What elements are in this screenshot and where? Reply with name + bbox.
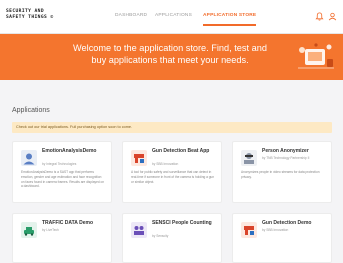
card-subtitle: by Senscity bbox=[152, 234, 169, 238]
bell-icon[interactable] bbox=[315, 12, 324, 21]
app-card[interactable]: TRAFFIC DATA Demo by LiveTech bbox=[12, 213, 112, 263]
card-subtitle: by LiveTech bbox=[42, 228, 59, 232]
card-title: Gun Detection Beat App bbox=[152, 148, 210, 154]
card-description: EmotionAnalysisDemo is a SAST app that p… bbox=[21, 170, 105, 189]
top-header: SECURITY AND SAFETY THINGS © DASHBOARD A… bbox=[0, 0, 343, 34]
logo-line-2: SAFETY THINGS © bbox=[6, 15, 54, 20]
card-title: Person Anonymizer bbox=[262, 148, 309, 154]
people-counting-icon bbox=[131, 222, 147, 238]
card-title: Gun Detection Demo bbox=[262, 220, 312, 226]
card-description: Anonymizes people in video streams for d… bbox=[241, 170, 320, 179]
traffic-icon bbox=[21, 222, 37, 238]
hero-text: Welcome to the application store. Find, … bbox=[73, 43, 267, 65]
trial-notice: Check out our trial applications. Full p… bbox=[12, 122, 332, 133]
card-title: SENSCI People Counting bbox=[152, 220, 212, 226]
nav-applications[interactable]: APPLICATIONS bbox=[155, 13, 192, 18]
app-card[interactable]: EmotionAnalysisDemo by Integral Technolo… bbox=[12, 141, 112, 203]
hero-banner: Welcome to the application store. Find, … bbox=[0, 34, 343, 80]
app-card[interactable]: Person Anonymizer by TNB Technology Part… bbox=[232, 141, 332, 203]
notice-text: Check out our trial applications. Full p… bbox=[16, 125, 133, 129]
hero-illustration-icon bbox=[296, 41, 336, 73]
card-subtitle: by SBB Innovation bbox=[262, 228, 289, 232]
section-title: Applications bbox=[12, 107, 50, 114]
user-icon[interactable] bbox=[328, 12, 337, 21]
logo[interactable]: SECURITY AND SAFETY THINGS © bbox=[6, 9, 70, 25]
gun-detection-icon bbox=[131, 150, 147, 166]
nav-dashboard[interactable]: DASHBOARD bbox=[115, 13, 147, 18]
card-subtitle: by TNB Technology Partnership II bbox=[262, 156, 310, 160]
face-analysis-icon bbox=[21, 150, 37, 166]
card-description: A tool for public safety and surveillanc… bbox=[131, 170, 215, 184]
card-title: EmotionAnalysisDemo bbox=[42, 148, 97, 154]
gun-detection-icon bbox=[241, 222, 257, 238]
card-subtitle: by SBB Innovation bbox=[152, 162, 179, 166]
nav-application-store[interactable]: APPLICATION STORE bbox=[203, 13, 257, 26]
card-subtitle: by Integral Technologies bbox=[42, 162, 77, 166]
person-anonymizer-icon bbox=[241, 150, 257, 166]
app-card[interactable]: Gun Detection Beat App by SBB Innovation… bbox=[122, 141, 222, 203]
app-card[interactable]: Gun Detection Demo by SBB Innovation bbox=[232, 213, 332, 263]
app-card[interactable]: SENSCI People Counting by Senscity bbox=[122, 213, 222, 263]
card-title: TRAFFIC DATA Demo bbox=[42, 220, 94, 226]
